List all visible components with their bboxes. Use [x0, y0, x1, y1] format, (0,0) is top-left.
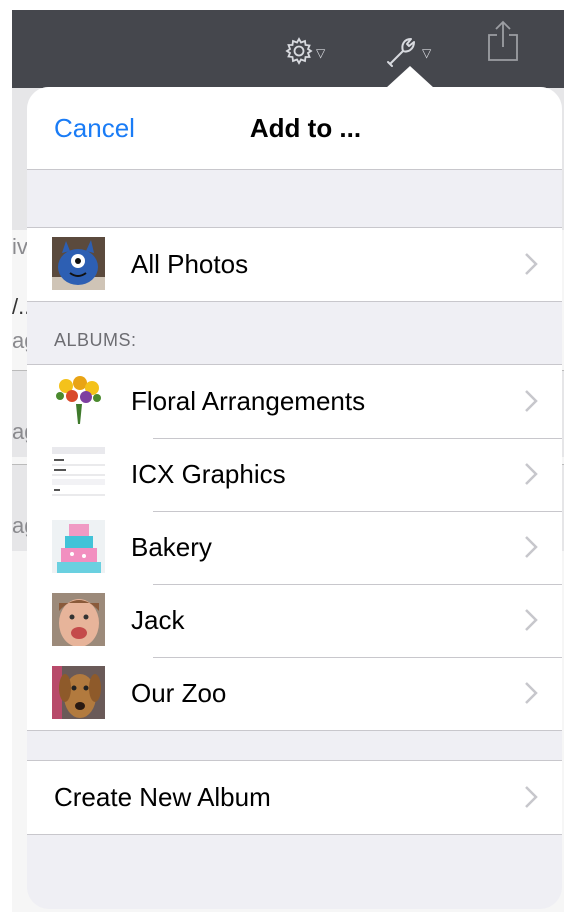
screen: ▽ ▽ iv /.. ag ag ag Cancel Add to ... Al… [0, 0, 564, 912]
background-text: iv [12, 234, 28, 259]
share-icon [488, 20, 518, 61]
album-label: ICX Graphics [131, 459, 286, 489]
dropdown-caret-icon: ▽ [316, 46, 326, 60]
all-photos-row[interactable]: All Photos [27, 228, 562, 301]
album-row-jack[interactable]: Jack [27, 584, 562, 657]
album-label: Jack [131, 605, 185, 635]
boy-thumbnail [52, 593, 105, 646]
albums-section-header: ALBUMS: [54, 330, 137, 350]
chevron-right-icon [525, 463, 538, 485]
create-album-group: Create New Album [27, 760, 562, 835]
chevron-right-icon [525, 786, 538, 808]
chevron-right-icon [525, 253, 538, 275]
chevron-right-icon [525, 390, 538, 412]
albums-group: Floral Arrangements ICX Graphics Bakery … [27, 364, 562, 731]
album-label: Floral Arrangements [131, 386, 366, 416]
popover-nav-bar: Cancel Add to ... [27, 87, 562, 170]
album-label: Our Zoo [131, 678, 227, 708]
album-row-bakery[interactable]: Bakery [27, 511, 562, 584]
chevron-right-icon [525, 609, 538, 631]
settings-menu-button[interactable]: ▽ [284, 34, 325, 68]
wrench-icon [387, 38, 415, 67]
popover-arrow [386, 66, 434, 88]
flowers-thumbnail [52, 374, 105, 427]
share-button[interactable] [486, 20, 520, 61]
dropdown-caret-icon: ▽ [422, 46, 432, 60]
gear-icon [285, 37, 313, 65]
monster-cake-thumbnail [52, 237, 105, 290]
album-row-floral-arrangements[interactable]: Floral Arrangements [27, 365, 562, 438]
chevron-right-icon [525, 682, 538, 704]
album-row-our-zoo[interactable]: Our Zoo [27, 657, 562, 730]
all-photos-label: All Photos [131, 249, 249, 279]
add-to-popover: Cancel Add to ... All Photos ALBUMS: Flo… [27, 87, 562, 909]
app-toolbar: ▽ ▽ [12, 10, 564, 88]
album-row-icx-graphics[interactable]: ICX Graphics [27, 438, 562, 511]
all-photos-group: All Photos [27, 227, 562, 302]
cake-thumbnail [52, 520, 105, 573]
tools-menu-button[interactable]: ▽ [384, 34, 431, 68]
document-thumbnail [52, 447, 105, 500]
album-label: Bakery [131, 532, 212, 562]
create-new-album-label: Create New Album [54, 782, 271, 812]
dog-thumbnail [52, 666, 105, 719]
popover-title: Add to ... [249, 113, 362, 143]
create-new-album-row[interactable]: Create New Album [27, 761, 562, 834]
chevron-right-icon [525, 536, 538, 558]
